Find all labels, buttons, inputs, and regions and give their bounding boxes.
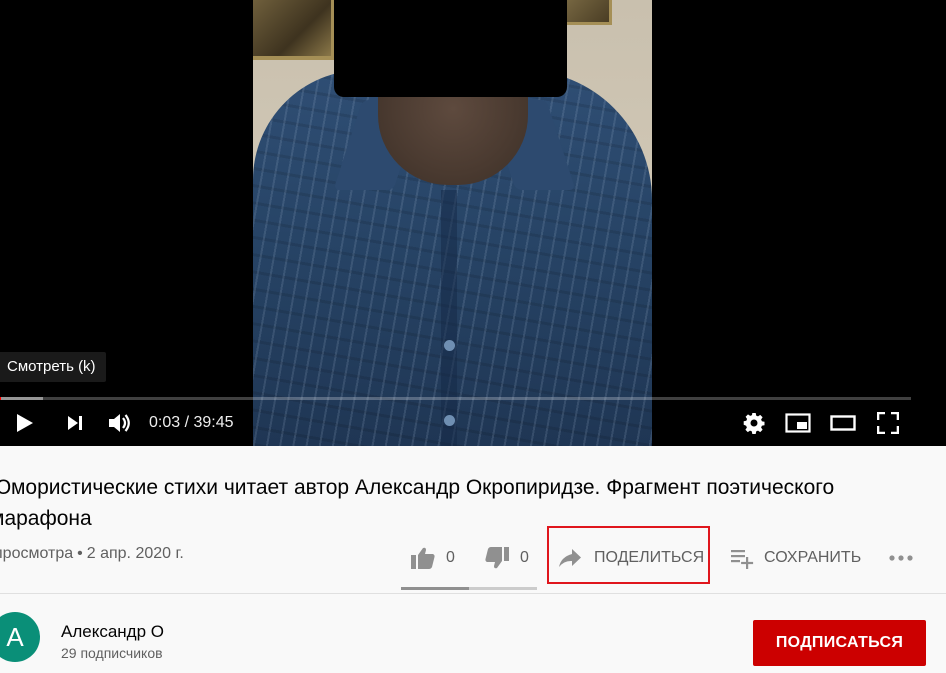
gear-icon [743, 413, 765, 434]
sentiment-like-fill [401, 587, 469, 590]
play-tooltip: Смотреть (k) [0, 352, 106, 382]
channel-avatar[interactable]: А [0, 612, 40, 662]
thumb-down-icon [485, 547, 509, 569]
shirt-placket [441, 190, 457, 446]
miniplayer-icon [785, 413, 811, 433]
fullscreen-button[interactable] [871, 405, 905, 441]
more-actions-button[interactable] [884, 536, 918, 580]
fullscreen-icon [877, 412, 899, 434]
progress-bar[interactable] [0, 397, 911, 400]
video-player[interactable]: Смотреть (k) 0:03 / 39:45 [0, 0, 946, 446]
time-total: 39:45 [193, 414, 234, 431]
share-icon [559, 549, 581, 567]
section-divider [0, 593, 946, 594]
share-label: Поделиться [594, 549, 705, 566]
channel-name[interactable]: Александр О [61, 622, 164, 642]
background-painting [253, 0, 335, 60]
view-count: просмотра [0, 545, 74, 562]
next-icon [68, 416, 82, 430]
save-button[interactable]: Сохранить [730, 536, 861, 580]
video-meta: просмотра • 2 апр. 2020 г. [0, 545, 184, 563]
more-horizontal-icon [889, 555, 913, 561]
progress-loaded [0, 397, 43, 400]
playlist-add-icon [731, 550, 754, 569]
shirt-button [444, 415, 455, 426]
volume-button[interactable] [102, 405, 138, 441]
time-separator: / [180, 414, 194, 431]
time-current: 0:03 [149, 414, 181, 431]
sentiment-bar [401, 587, 537, 590]
share-button[interactable]: Поделиться [558, 536, 704, 580]
settings-button[interactable] [737, 405, 771, 441]
next-button[interactable] [58, 405, 92, 441]
thumb-up-icon [411, 547, 435, 569]
dislike-count: 0 [520, 549, 529, 566]
like-button[interactable]: 0 [410, 536, 455, 580]
shirt-button [444, 340, 455, 351]
play-button[interactable] [6, 405, 42, 441]
time-display: 0:03 / 39:45 [149, 413, 234, 433]
theater-icon [830, 415, 856, 431]
meta-separator: • [77, 545, 83, 562]
miniplayer-button[interactable] [781, 405, 815, 441]
subscriber-count: 29 подписчиков [61, 645, 163, 661]
like-count: 0 [446, 549, 455, 566]
volume-icon [109, 414, 130, 432]
subscribe-button[interactable]: ПОДПИСАТЬСЯ [753, 620, 926, 666]
save-label: Сохранить [764, 549, 862, 566]
progress-played [0, 397, 2, 400]
face-redaction-box [334, 0, 567, 97]
watch-page: Смотреть (k) 0:03 / 39:45 Юмористические… [0, 0, 946, 673]
dislike-button[interactable]: 0 [484, 536, 529, 580]
theater-mode-button[interactable] [826, 405, 860, 441]
upload-date: 2 апр. 2020 г. [86, 545, 184, 562]
play-icon [17, 414, 33, 432]
video-title: Юмористические стихи читает автор Алекса… [0, 476, 835, 530]
